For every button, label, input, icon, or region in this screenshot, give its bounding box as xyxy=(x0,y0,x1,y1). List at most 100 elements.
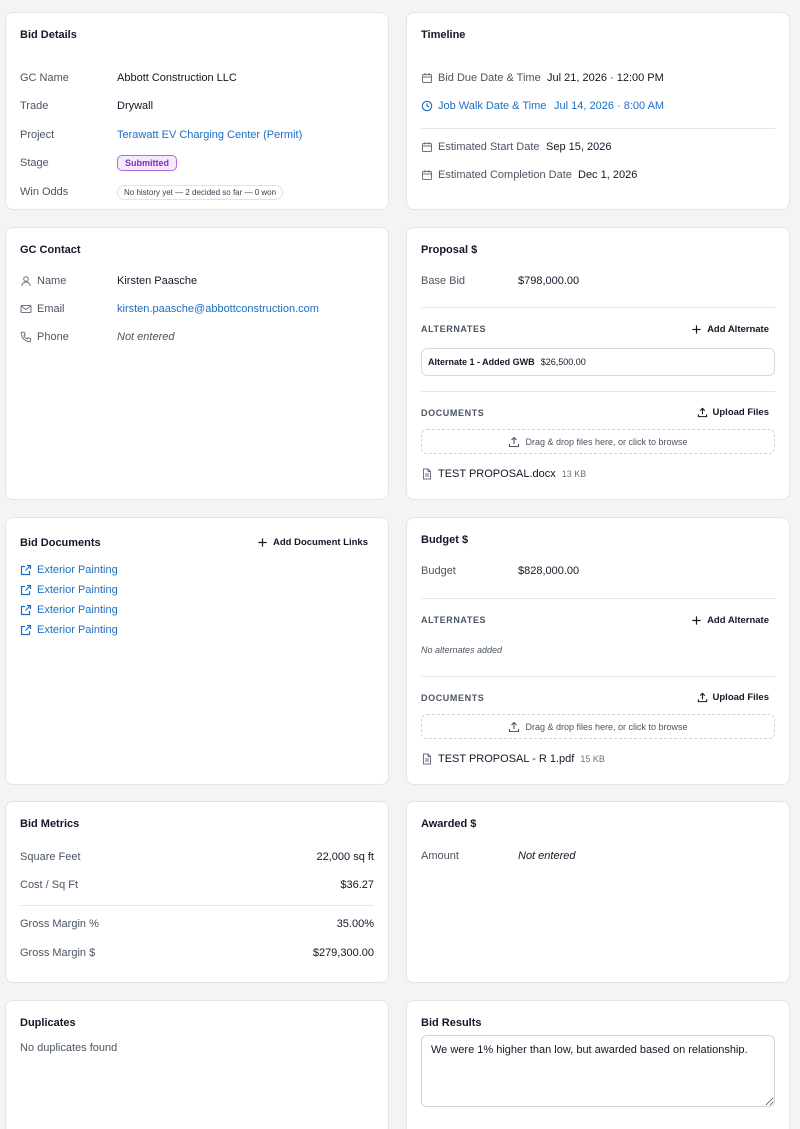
bid-due-row: Bid Due Date & Time Jul 21, 2026 · 12:00… xyxy=(421,70,775,86)
est-completion-row: Estimated Completion Date Dec 1, 2026 xyxy=(421,167,775,183)
document-link[interactable]: Exterior Painting xyxy=(20,604,118,616)
duplicates-card: Duplicates No duplicates found xyxy=(5,1000,389,1129)
upload-files-button[interactable]: Upload Files xyxy=(697,407,769,418)
est-completion-value: Dec 1, 2026 xyxy=(578,169,638,181)
gc-name-value: Abbott Construction LLC xyxy=(117,72,237,84)
divider xyxy=(20,905,374,906)
cost-sqft-row: Cost / Sq Ft $36.27 xyxy=(20,877,374,893)
contact-phone-label: Phone xyxy=(37,331,69,343)
contact-email-row: Email kirsten.paasche@abbottconstruction… xyxy=(20,301,374,317)
divider xyxy=(421,128,775,129)
base-bid-value: $798,000.00 xyxy=(518,275,580,287)
sqft-row: Square Feet 22,000 sq ft xyxy=(20,849,374,865)
card-title: Timeline xyxy=(421,29,466,41)
add-document-links-button[interactable]: Add Document Links xyxy=(257,537,368,548)
document-link[interactable]: Exterior Painting xyxy=(20,624,118,636)
file-dropzone[interactable]: Drag & drop files here, or click to brow… xyxy=(421,714,775,739)
file-dropzone[interactable]: Drag & drop files here, or click to brow… xyxy=(421,429,775,454)
contact-email-link[interactable]: kirsten.paasche@abbottconstruction.com xyxy=(117,303,319,315)
project-link[interactable]: Terawatt EV Charging Center (Permit) xyxy=(117,129,302,141)
bid-metrics-card: Bid Metrics Square Feet 22,000 sq ft Cos… xyxy=(5,801,389,983)
card-title: GC Contact xyxy=(20,244,81,256)
budget-value: $828,000.00 xyxy=(518,565,580,577)
stage-row: Stage Submitted xyxy=(20,155,374,171)
upload-icon xyxy=(508,436,520,448)
cost-sqft-label: Cost / Sq Ft xyxy=(20,879,79,891)
bid-due-label: Bid Due Date & Time xyxy=(438,72,541,84)
dropzone-text: Drag & drop files here, or click to brow… xyxy=(525,436,688,447)
upload-files-label: Upload Files xyxy=(712,407,769,418)
phone-icon xyxy=(20,331,32,343)
gm-usd-row: Gross Margin $ $279,300.00 xyxy=(20,945,374,961)
job-walk-row: Job Walk Date & Time Jul 14, 2026 · 8:00… xyxy=(421,98,775,114)
document-link-label: Exterior Painting xyxy=(37,624,118,636)
budget-label: Budget xyxy=(421,565,456,577)
alternate-item[interactable]: Alternate 1 - Added GWB $26,500.00 xyxy=(421,348,775,376)
bid-documents-card: Bid Documents Add Document Links Exterio… xyxy=(5,517,389,785)
card-title: Bid Details xyxy=(20,29,77,41)
cost-sqft-value: $36.27 xyxy=(340,879,374,891)
add-alternate-button[interactable]: Add Alternate xyxy=(691,324,769,335)
add-alternate-label: Add Alternate xyxy=(707,615,769,626)
upload-icon xyxy=(508,721,520,733)
mail-icon xyxy=(20,303,32,315)
dropzone-text: Drag & drop files here, or click to brow… xyxy=(525,721,688,732)
alternates-heading: ALTERNATES xyxy=(421,615,487,625)
file-name: TEST PROPOSAL - R 1.pdf xyxy=(438,753,575,765)
stage-badge[interactable]: Submitted xyxy=(117,155,177,171)
upload-files-label: Upload Files xyxy=(712,692,769,703)
win-odds-label: Win Odds xyxy=(20,186,69,198)
gc-name-row: GC Name Abbott Construction LLC xyxy=(20,70,374,86)
card-title: Budget $ xyxy=(421,534,469,546)
upload-files-button[interactable]: Upload Files xyxy=(697,692,769,703)
plus-icon xyxy=(257,537,268,548)
document-link-label: Exterior Painting xyxy=(37,604,118,616)
plus-icon xyxy=(691,324,702,335)
file-item[interactable]: TEST PROPOSAL.docx 13 KB xyxy=(421,468,586,480)
win-odds-pill: No history yet — 2 decided so far — 0 wo… xyxy=(117,184,284,200)
calendar-icon xyxy=(421,169,433,181)
project-row: Project Terawatt EV Charging Center (Per… xyxy=(20,127,374,143)
card-title: Duplicates xyxy=(20,1017,76,1029)
awarded-amount-label: Amount xyxy=(421,850,459,862)
bid-results-textarea[interactable]: We were 1% higher than low, but awarded … xyxy=(421,1035,775,1107)
timeline-card: Timeline Bid Due Date & Time Jul 21, 202… xyxy=(406,12,790,210)
est-completion-label: Estimated Completion Date xyxy=(438,169,572,181)
divider xyxy=(421,391,775,392)
gc-contact-card: GC Contact Name Kirsten Paasche Email ki… xyxy=(5,227,389,500)
bid-due-value: Jul 21, 2026 · 12:00 PM xyxy=(547,72,664,84)
card-title: Bid Results xyxy=(421,1017,482,1029)
duplicates-message: No duplicates found xyxy=(20,1042,118,1054)
document-link-label: Exterior Painting xyxy=(37,564,118,576)
document-link-label: Exterior Painting xyxy=(37,584,118,596)
calendar-icon xyxy=(421,72,433,84)
add-alternate-button[interactable]: Add Alternate xyxy=(691,615,769,626)
documents-heading: DOCUMENTS xyxy=(421,693,485,703)
alternates-heading: ALTERNATES xyxy=(421,324,487,334)
plus-icon xyxy=(691,615,702,626)
job-walk-value[interactable]: Jul 14, 2026 · 8:00 AM xyxy=(554,100,664,112)
gm-usd-label: Gross Margin $ xyxy=(20,947,96,959)
card-title: Awarded $ xyxy=(421,818,477,830)
job-walk-label: Job Walk Date & Time xyxy=(438,100,547,112)
calendar-icon xyxy=(421,141,433,153)
contact-email-label: Email xyxy=(37,303,65,315)
trade-label: Trade xyxy=(20,100,49,112)
gm-pct-label: Gross Margin % xyxy=(20,918,99,930)
alternate-amount: $26,500.00 xyxy=(540,357,586,367)
clock-icon xyxy=(421,100,433,112)
win-odds-row: Win Odds No history yet — 2 decided so f… xyxy=(20,184,374,200)
bid-details-card: Bid Details GC Name Abbott Construction … xyxy=(5,12,389,210)
gc-name-label: GC Name xyxy=(20,72,69,84)
document-link[interactable]: Exterior Painting xyxy=(20,584,118,596)
gm-pct-value: 35.00% xyxy=(336,918,374,930)
contact-phone-row: Phone Not entered xyxy=(20,329,374,345)
file-icon xyxy=(421,468,433,480)
divider xyxy=(421,676,775,677)
document-link[interactable]: Exterior Painting xyxy=(20,564,118,576)
contact-name-label: Name xyxy=(37,275,67,287)
file-icon xyxy=(421,753,433,765)
file-item[interactable]: TEST PROPOSAL - R 1.pdf 15 KB xyxy=(421,753,605,765)
budget-row: Budget $828,000.00 xyxy=(421,563,775,579)
est-start-row: Estimated Start Date Sep 15, 2026 xyxy=(421,139,775,155)
